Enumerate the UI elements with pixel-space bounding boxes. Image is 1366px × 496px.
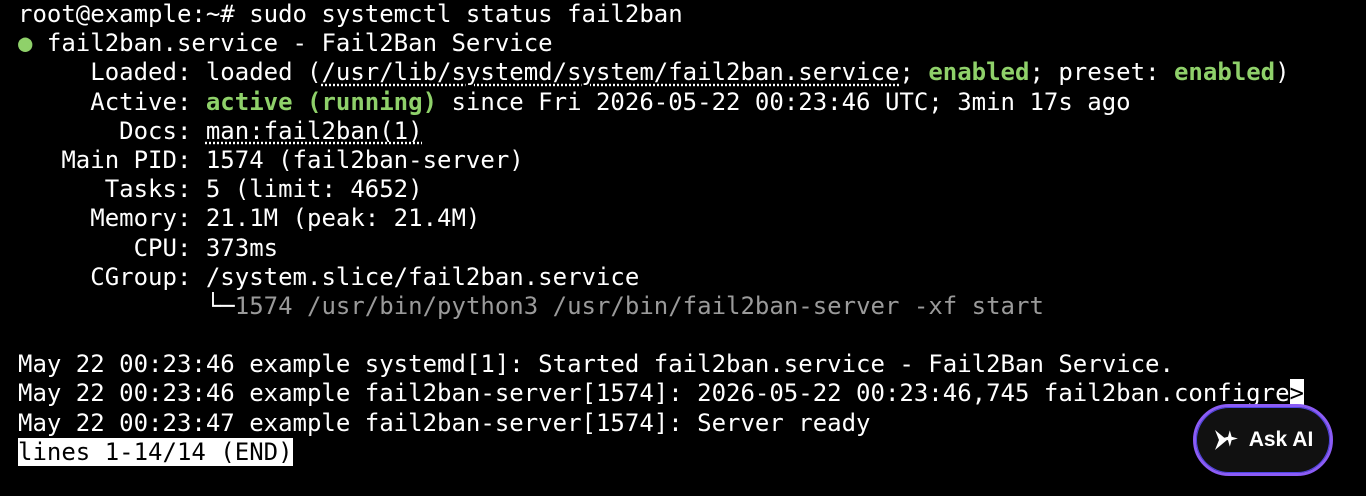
tasks-value: 5 (limit: 4652): [205, 175, 423, 204]
docs-line: Docs: man:fail2ban(1): [18, 117, 1358, 146]
pager-status: lines 1-14/14 (END): [18, 437, 293, 466]
docs-link[interactable]: man:fail2ban(1): [206, 117, 423, 145]
loaded-prefix: loaded (: [205, 58, 322, 87]
loaded-suffix: ): [1275, 58, 1290, 87]
cpu-label: CPU:: [18, 233, 206, 262]
ask-ai-button[interactable]: Ask AI: [1193, 404, 1333, 476]
loaded-label: Loaded:: [18, 58, 206, 87]
log-line: May 22 00:23:46 example systemd[1]: Star…: [18, 350, 1174, 379]
loaded-line: Loaded: loaded (/usr/lib/systemd/system/…: [18, 58, 1358, 87]
memory-label: Memory:: [18, 204, 206, 233]
memory-line: Memory: 21.1M (peak: 21.4M): [18, 204, 1358, 233]
pid-line: Main PID: 1574 (fail2ban-server): [18, 146, 1358, 175]
active-line: Active: active (running) since Fri 2026-…: [18, 88, 1358, 117]
log-line: May 22 00:23:47 example fail2ban-server[…: [18, 408, 871, 437]
loaded-sep2: ; preset:: [1029, 58, 1174, 87]
pid-label: Main PID:: [18, 145, 206, 174]
command-prompt: root@example:~# sudo systemctl status fa…: [18, 0, 683, 28]
process-tree-line: └─1574 /usr/bin/python3 /usr/bin/fail2ba…: [18, 292, 1358, 321]
docs-label: Docs:: [18, 116, 206, 145]
cgroup-label: CGroup:: [18, 262, 206, 291]
unit-file-link[interactable]: /usr/lib/systemd/system/fail2ban.service: [321, 58, 899, 86]
log-line: May 22 00:23:46 example fail2ban-server[…: [18, 379, 1290, 408]
pid-value: 1574 (fail2ban-server): [205, 145, 524, 174]
ask-ai-label: Ask AI: [1248, 428, 1314, 451]
status-dot-icon: ●: [18, 29, 33, 58]
cgroup-line: CGroup: /system.slice/fail2ban.service: [18, 263, 1358, 292]
pager-status-line: lines 1-14/14 (END): [18, 437, 1358, 467]
terminal-output[interactable]: root@example:~# sudo systemctl status fa…: [18, 0, 1358, 467]
service-title: fail2ban.service - Fail2Ban Service: [32, 29, 553, 58]
memory-value: 21.1M (peak: 21.4M): [205, 204, 481, 233]
service-title-line: ● fail2ban.service - Fail2Ban Service: [18, 29, 1358, 58]
tasks-line: Tasks: 5 (limit: 4652): [18, 175, 1358, 204]
active-label: Active:: [18, 87, 206, 116]
process-command: 1574 /usr/bin/python3 /usr/bin/fail2ban-…: [234, 291, 1044, 320]
sparkle-arrow-icon: [1213, 427, 1243, 453]
loaded-sep1: ;: [899, 58, 929, 87]
tree-prefix: └─: [18, 291, 235, 320]
active-since: since Fri 2026-05-22 00:23:46 UTC; 3min …: [437, 87, 1131, 116]
cpu-value: 373ms: [205, 233, 279, 262]
cgroup-value: /system.slice/fail2ban.service: [205, 262, 640, 291]
active-state: active (running): [205, 87, 438, 116]
preset-state: enabled: [1173, 58, 1276, 87]
tasks-label: Tasks:: [18, 175, 206, 204]
enabled-state: enabled: [928, 58, 1030, 87]
log-line-truncated: May 22 00:23:46 example fail2ban-server[…: [18, 379, 1358, 408]
cpu-line: CPU: 373ms: [18, 234, 1358, 263]
